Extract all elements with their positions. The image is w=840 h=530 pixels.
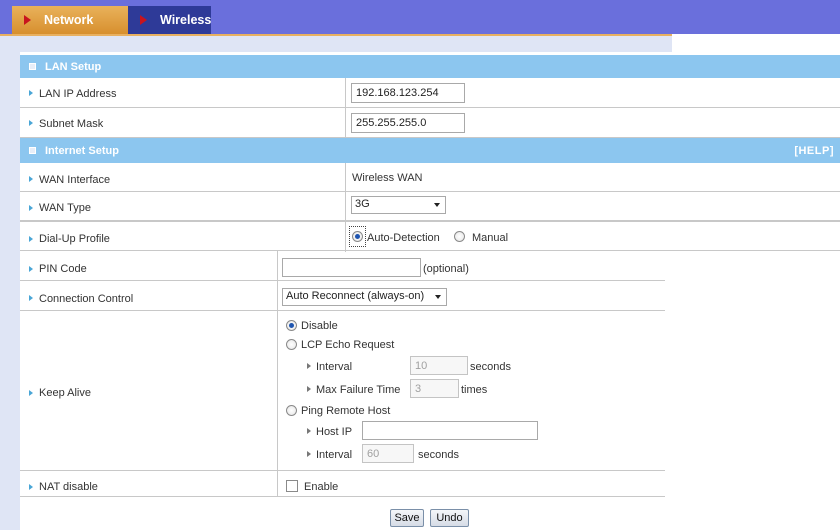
wan-type-selected: 3G <box>355 198 370 210</box>
dialup-auto-label: Auto-Detection <box>367 232 440 244</box>
lan-ip-input[interactable]: 192.168.123.254 <box>351 83 465 103</box>
column-divider <box>277 311 278 471</box>
help-link[interactable]: [HELP] <box>794 145 834 157</box>
tab-network-setup[interactable]: Network Setup <box>12 6 128 55</box>
connection-control-row: Connection Control Auto Reconnect (alway… <box>20 281 665 311</box>
section-square-icon <box>29 63 36 70</box>
section-square-icon <box>29 147 36 154</box>
wan-type-row: WAN Type 3G <box>20 192 840 221</box>
max-failure-label: Max Failure Time <box>316 384 401 396</box>
column-divider <box>345 78 346 108</box>
wan-type-label: WAN Type <box>39 202 91 214</box>
internet-setup-header: Internet Setup [HELP] <box>20 138 840 163</box>
column-divider <box>345 108 346 138</box>
max-failure-unit: times <box>461 384 488 396</box>
keepalive-ping-radio[interactable] <box>286 405 297 416</box>
column-divider <box>277 471 278 497</box>
lan-ip-label: LAN IP Address <box>39 88 117 100</box>
lcp-interval-input[interactable]: 10 <box>410 356 468 375</box>
bullet-arrow-icon <box>29 120 33 126</box>
column-divider <box>277 281 278 311</box>
save-button[interactable]: Save <box>390 509 424 527</box>
max-failure-input[interactable]: 3 <box>410 379 459 398</box>
bullet-arrow-icon <box>29 390 33 396</box>
keepalive-lcp-radio[interactable] <box>286 339 297 350</box>
pin-code-hint: (optional) <box>423 263 469 275</box>
bullet-arrow-icon <box>29 176 33 182</box>
subnet-mask-row: Subnet Mask 255.255.255.0 <box>20 108 840 138</box>
column-divider <box>345 163 346 192</box>
wan-interface-row: WAN Interface Wireless WAN <box>20 163 840 192</box>
ping-interval-unit: seconds <box>418 449 459 461</box>
bullet-arrow-icon <box>29 205 33 211</box>
top-tab-bar: Network Setup Wireless <box>0 0 840 55</box>
dialup-manual-radio[interactable] <box>454 231 465 242</box>
bullet-arrow-icon <box>29 236 33 242</box>
host-ip-label: Host IP <box>316 426 353 438</box>
wan-type-select[interactable]: 3G <box>351 196 446 214</box>
keepalive-disable-radio[interactable] <box>286 320 297 331</box>
tab-wireless[interactable]: Wireless <box>128 6 211 34</box>
sub-arrow-icon <box>307 428 311 434</box>
lcp-interval-unit: seconds <box>470 361 511 373</box>
column-divider <box>277 251 278 281</box>
lan-setup-title: LAN Setup <box>45 61 102 73</box>
nat-enable-label: Enable <box>304 481 339 493</box>
internet-setup-title: Internet Setup <box>45 145 119 157</box>
lcp-interval-label: Interval <box>316 361 353 373</box>
wan-interface-label: WAN Interface <box>39 174 111 186</box>
ping-interval-label: Interval <box>316 449 353 461</box>
host-ip-input[interactable] <box>362 421 538 440</box>
triangle-icon <box>24 15 31 25</box>
settings-form: LAN Setup LAN IP Address 192.168.123.254… <box>20 52 840 530</box>
nat-disable-row: NAT disable Enable <box>20 471 665 497</box>
bullet-arrow-icon <box>29 90 33 96</box>
keep-alive-label: Keep Alive <box>39 387 91 399</box>
dialup-profile-label: Dial-Up Profile <box>39 233 110 245</box>
pin-code-input[interactable] <box>282 258 421 277</box>
dialup-manual-label: Manual <box>472 232 509 244</box>
keepalive-ping-label: Ping Remote Host <box>301 405 391 417</box>
sub-arrow-icon <box>307 386 311 392</box>
bullet-arrow-icon <box>29 295 33 301</box>
bullet-arrow-icon <box>29 266 33 272</box>
connection-control-selected: Auto Reconnect (always-on) <box>286 290 425 302</box>
chevron-down-icon <box>434 203 440 207</box>
lan-setup-header: LAN Setup <box>20 55 840 78</box>
pin-code-row: PIN Code (optional) <box>20 251 665 281</box>
nat-disable-label: NAT disable <box>39 481 98 493</box>
column-divider <box>345 192 346 221</box>
sub-arrow-icon <box>307 363 311 369</box>
sub-arrow-icon <box>307 451 311 457</box>
column-divider <box>345 222 346 252</box>
keep-alive-row: Keep Alive Disable LCP Echo Request Inte… <box>20 311 665 471</box>
pin-code-label: PIN Code <box>39 263 87 275</box>
triangle-icon <box>140 15 147 25</box>
nat-enable-checkbox[interactable] <box>286 480 298 492</box>
connection-control-label: Connection Control <box>39 293 134 305</box>
tab-wireless-label: Wireless <box>160 13 212 27</box>
subnet-mask-label: Subnet Mask <box>39 118 104 130</box>
keepalive-disable-label: Disable <box>301 320 338 332</box>
dialup-auto-radio[interactable] <box>352 231 363 242</box>
keepalive-lcp-label: LCP Echo Request <box>301 339 395 351</box>
subnet-mask-input[interactable]: 255.255.255.0 <box>351 113 465 133</box>
wan-interface-value: Wireless WAN <box>352 172 423 184</box>
bullet-arrow-icon <box>29 484 33 490</box>
undo-button[interactable]: Undo <box>430 509 469 527</box>
ping-interval-input[interactable]: 60 <box>362 444 414 463</box>
chevron-down-icon <box>435 295 441 299</box>
connection-control-select[interactable]: Auto Reconnect (always-on) <box>282 288 447 306</box>
dialup-profile-row: Dial-Up Profile Auto-Detection Manual <box>20 221 840 252</box>
lan-ip-row: LAN IP Address 192.168.123.254 <box>20 78 840 108</box>
